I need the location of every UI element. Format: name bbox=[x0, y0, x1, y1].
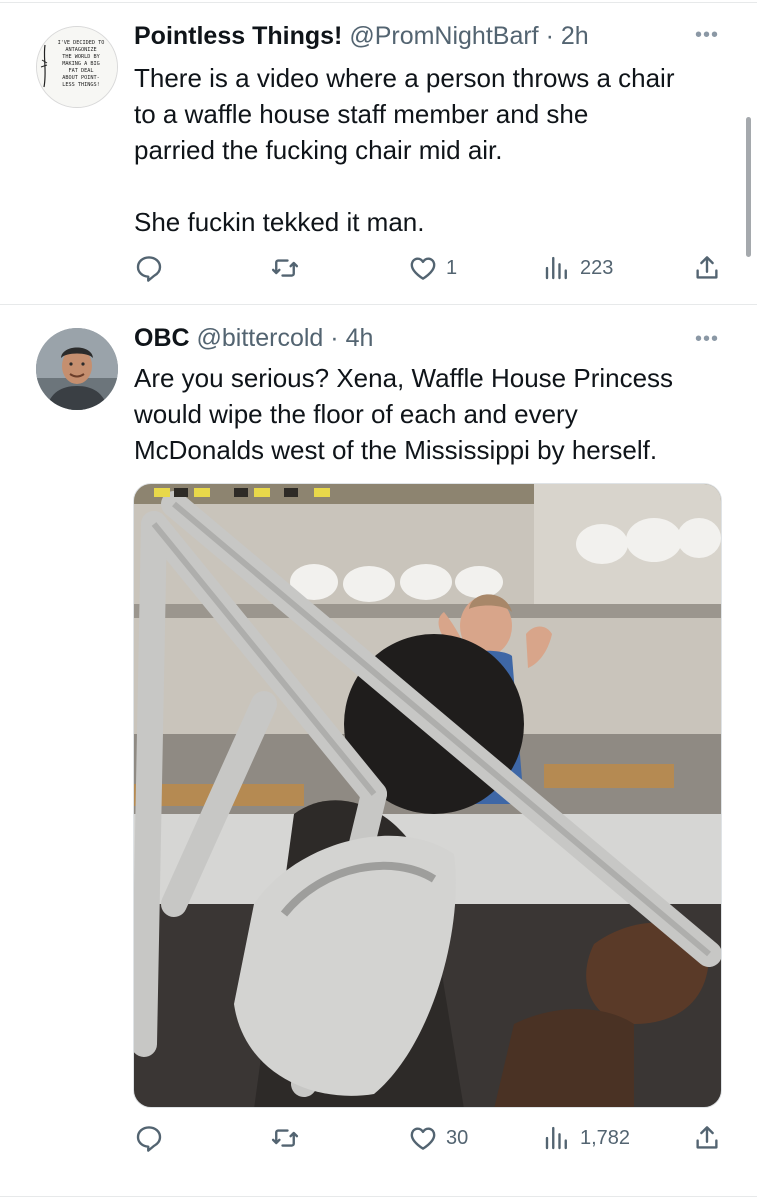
tweet-divider bbox=[0, 304, 757, 305]
share-button[interactable] bbox=[692, 248, 722, 288]
tweet-line: Are you serious? Xena, Waffle House Prin… bbox=[134, 363, 674, 393]
display-name[interactable]: Pointless Things! bbox=[134, 22, 342, 50]
more-icon[interactable]: ••• bbox=[695, 328, 719, 351]
views-button[interactable]: 1,782 bbox=[542, 1118, 630, 1158]
timestamp[interactable]: 4h bbox=[346, 324, 374, 352]
like-button[interactable]: 1 bbox=[408, 248, 457, 288]
handle[interactable]: @PromNightBarf bbox=[349, 22, 538, 50]
like-count: 1 bbox=[446, 256, 458, 279]
reply-icon bbox=[136, 1126, 162, 1152]
tweet-media-image[interactable] bbox=[133, 483, 722, 1108]
views-count: 1,782 bbox=[580, 1126, 631, 1149]
tweet-line: parried the fucking chair mid air. bbox=[134, 135, 503, 165]
like-count: 30 bbox=[446, 1126, 469, 1149]
avatar[interactable] bbox=[36, 328, 118, 410]
waffle-house-video-frame bbox=[134, 484, 721, 1107]
reply-icon bbox=[136, 256, 162, 282]
avatar[interactable]: I'VE DECIDED TO ANTAGONIZE THE WORLD BY … bbox=[36, 26, 118, 108]
svg-text:ABOUT POINT-: ABOUT POINT- bbox=[62, 75, 99, 81]
tweet-header: Pointless Things! @PromNightBarf · 2h bbox=[134, 22, 589, 51]
tweet-text: Are you serious? Xena, Waffle House Prin… bbox=[134, 360, 734, 468]
reply-button[interactable] bbox=[134, 1118, 164, 1158]
tweet-text: There is a video where a person throws a… bbox=[134, 60, 734, 240]
share-icon bbox=[696, 1126, 718, 1149]
retweet-button[interactable] bbox=[270, 248, 300, 288]
svg-text:ANTAGONIZE: ANTAGONIZE bbox=[65, 47, 96, 53]
tweet-actions: 1 223 bbox=[134, 248, 724, 288]
views-count: 223 bbox=[580, 256, 614, 279]
views-icon bbox=[545, 256, 567, 280]
tweet-pointless-things[interactable]: I'VE DECIDED TO ANTAGONIZE THE WORLD BY … bbox=[0, 0, 757, 304]
share-icon bbox=[696, 256, 718, 279]
like-icon bbox=[410, 257, 436, 280]
tweet-line: She fuckin tekked it man. bbox=[134, 207, 425, 237]
retweet-button[interactable] bbox=[270, 1118, 300, 1158]
retweet-icon bbox=[271, 1129, 299, 1147]
scrollbar[interactable] bbox=[746, 117, 751, 257]
avatar-comic-image: I'VE DECIDED TO ANTAGONIZE THE WORLD BY … bbox=[37, 27, 117, 107]
tweet-line: There is a video where a person throws a… bbox=[134, 63, 675, 93]
tweet-obc[interactable]: OBC @bittercold · 4h ••• Are you serious… bbox=[0, 306, 757, 1200]
views-button[interactable]: 223 bbox=[542, 248, 613, 288]
tweet-line: McDonalds west of the Mississippi by her… bbox=[134, 435, 658, 465]
tweet-header: OBC @bittercold · 4h bbox=[134, 324, 373, 353]
more-icon[interactable]: ••• bbox=[695, 24, 719, 47]
retweet-icon bbox=[271, 259, 299, 277]
display-name[interactable]: OBC bbox=[134, 324, 190, 352]
like-icon bbox=[410, 1127, 436, 1150]
avatar-photo bbox=[36, 328, 118, 410]
svg-text:I'VE DECIDED TO: I'VE DECIDED TO bbox=[58, 40, 105, 46]
views-icon bbox=[545, 1126, 567, 1150]
svg-text:LESS THINGS!: LESS THINGS! bbox=[62, 82, 99, 88]
separator: · bbox=[545, 22, 554, 50]
tweet-line: to a waffle house staff member and she bbox=[134, 99, 589, 129]
tweet-actions: 30 1,782 bbox=[134, 1118, 724, 1158]
share-button[interactable] bbox=[692, 1118, 722, 1158]
svg-text:MAKING A BIG: MAKING A BIG bbox=[62, 61, 99, 67]
reply-button[interactable] bbox=[134, 248, 164, 288]
timestamp[interactable]: 2h bbox=[561, 22, 589, 50]
handle[interactable]: @bittercold bbox=[197, 324, 324, 352]
svg-text:THE WORLD BY: THE WORLD BY bbox=[62, 54, 100, 60]
bottom-divider bbox=[0, 1196, 757, 1197]
separator: · bbox=[330, 324, 339, 352]
svg-text:FAT DEAL: FAT DEAL bbox=[69, 68, 94, 74]
like-button[interactable]: 30 bbox=[408, 1118, 468, 1158]
tweet-line: would wipe the floor of each and every bbox=[134, 399, 578, 429]
